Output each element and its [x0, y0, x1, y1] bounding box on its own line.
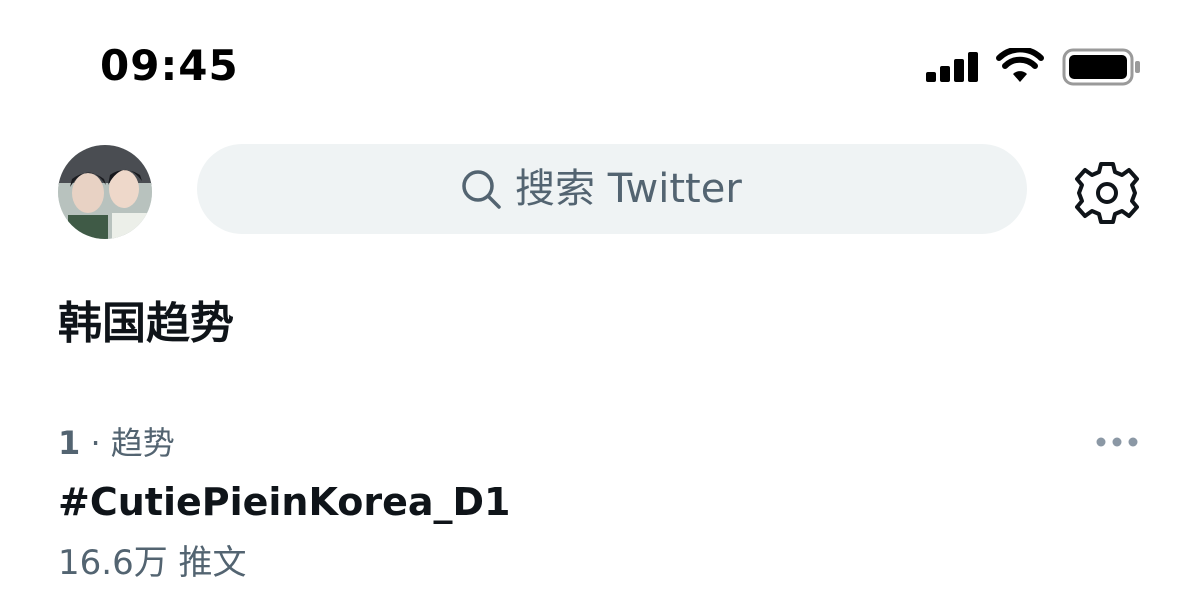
trend-category: 趋势 [110, 424, 175, 462]
trend-separator: · [80, 424, 111, 462]
trend-meta: 1 · 趋势 [58, 423, 175, 463]
search-icon [462, 170, 501, 209]
section-title: 韩国趋势 [58, 298, 234, 349]
trend-tweet-count: 16.6万 推文 [58, 543, 247, 583]
trend-rank: 1 [58, 424, 81, 462]
wifi-icon [996, 48, 1044, 82]
cellular-signal-icon [926, 52, 978, 82]
trend-name[interactable]: #CutiePieinKorea_D1 [58, 478, 511, 526]
more-dots-icon[interactable] [1094, 428, 1140, 456]
search-bar[interactable]: 搜索 Twitter [197, 144, 1027, 234]
profile-avatar[interactable] [58, 145, 152, 239]
gear-icon[interactable] [1074, 160, 1140, 226]
search-placeholder: 搜索 Twitter [515, 166, 742, 212]
battery-icon [1062, 48, 1140, 86]
status-time: 09:45 [100, 41, 239, 90]
status-icons [924, 44, 1144, 88]
